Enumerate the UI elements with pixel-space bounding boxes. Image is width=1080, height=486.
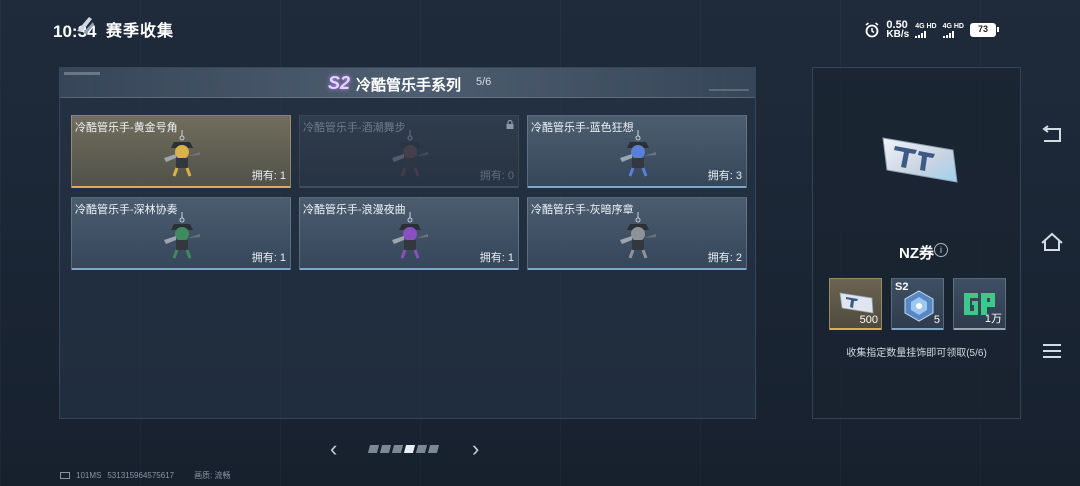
card-rarity-bar — [300, 268, 518, 270]
reward-rarity-bar — [830, 328, 881, 330]
alarm-icon — [865, 22, 879, 38]
card-rarity-bar — [528, 186, 746, 188]
signal-1: 4G HD — [915, 22, 937, 38]
crystal-crate-icon — [904, 290, 934, 322]
pagination-dots — [367, 445, 440, 453]
pendant-figure-icon — [164, 130, 200, 177]
series-title: 冷酷管乐手系列 — [356, 77, 462, 94]
card-owned-count: 拥有: 2 — [707, 252, 742, 264]
collection-panel: S2 冷酷管乐手系列 5/6 冷酷管乐手-黄金号角 拥有: 1 冷酷管乐手-酒潮舞步… — [59, 67, 756, 419]
page-title: 赛季收集 — [106, 23, 175, 40]
reward-item-nz-ticket[interactable]: 500 — [829, 278, 882, 330]
signal-2: 4G HD — [942, 22, 964, 38]
header-decoration — [64, 72, 100, 75]
season-badge: S2 — [328, 73, 351, 93]
series-header: S2 冷酷管乐手系列 5/6 — [60, 68, 755, 98]
reward-count: 1万 — [984, 313, 1002, 325]
prev-page-arrow-icon[interactable]: ‹ — [330, 438, 337, 460]
nz-ticket-icon — [882, 137, 958, 183]
card-rarity-bar — [72, 268, 290, 270]
card-owned-count: 拥有: 1 — [251, 252, 286, 264]
reward-rarity-bar — [954, 328, 1005, 330]
card-rarity-bar — [300, 186, 518, 188]
menu-icon[interactable] — [1040, 340, 1064, 362]
reward-panel: NZ券 i 500 S2 5 1万 收集指定数量挂饰即可领取(5/6) — [812, 67, 1021, 419]
nz-ticket-icon — [839, 292, 874, 314]
page-dot[interactable] — [403, 445, 416, 453]
page-dot[interactable] — [415, 445, 428, 453]
back-logo-icon[interactable] — [74, 14, 96, 36]
signal-2-label: 4G HD — [942, 23, 964, 30]
lock-icon — [506, 120, 514, 129]
net-speed-unit: KB/s — [886, 29, 910, 40]
card-owned-count: 拥有: 0 — [479, 170, 514, 182]
footer-quality: 画质: 流畅 — [194, 471, 231, 480]
signal-bars-icon — [942, 31, 964, 38]
page-dot[interactable] — [367, 445, 380, 453]
card-rarity-bar — [528, 268, 746, 270]
reward-rarity-bar — [892, 328, 943, 330]
collection-card[interactable]: 冷酷管乐手-酒潮舞步 拥有: 0 — [299, 115, 519, 188]
card-owned-count: 拥有: 3 — [707, 170, 742, 182]
reward-note: 收集指定数量挂饰即可领取(5/6) — [846, 348, 987, 359]
reward-item-gp[interactable]: 1万 — [953, 278, 1006, 330]
reward-item-s2-crate[interactable]: S2 5 — [891, 278, 944, 330]
collection-card[interactable]: 冷酷管乐手-黄金号角 拥有: 1 — [71, 115, 291, 188]
battery-icon: 73 — [970, 23, 999, 37]
pendant-figure-icon — [392, 130, 428, 177]
collection-card[interactable]: 冷酷管乐手-浪漫夜曲 拥有: 1 — [299, 197, 519, 270]
home-icon[interactable] — [1040, 231, 1064, 253]
collection-card[interactable]: 冷酷管乐手-深林协奏 拥有: 1 — [71, 197, 291, 270]
signal-1-label: 4G HD — [915, 23, 937, 30]
footer-info: 101MS 531315964575617 画质: 流畅 — [60, 470, 231, 481]
info-icon[interactable]: i — [934, 243, 948, 257]
reward-count: 500 — [859, 314, 878, 326]
reward-count: 5 — [933, 314, 940, 326]
page-dot[interactable] — [391, 445, 404, 453]
card-owned-count: 拥有: 1 — [479, 252, 514, 264]
status-indicators: 0.50 KB/s 4G HD 4G HD 73 — [864, 20, 999, 40]
pendant-figure-icon — [392, 212, 428, 259]
next-page-arrow-icon[interactable]: › — [472, 438, 479, 460]
collection-card[interactable]: 冷酷管乐手-灰暗序章 拥有: 2 — [527, 197, 747, 270]
page-dot[interactable] — [427, 445, 440, 453]
reward-title: NZ券 — [899, 245, 934, 262]
net-speed: 0.50 KB/s — [886, 20, 909, 40]
pendant-figure-icon — [620, 212, 656, 259]
footer-id: 531315964575617 — [107, 471, 175, 480]
signal-box-icon — [60, 472, 70, 479]
signal-bars-icon — [915, 31, 936, 38]
card-owned-count: 拥有: 1 — [251, 170, 286, 182]
footer-ms: 101MS — [76, 471, 102, 480]
collection-card[interactable]: 冷酷管乐手-蓝色狂想 拥有: 3 — [527, 115, 747, 188]
series-count: 5/6 — [476, 76, 492, 88]
back-icon[interactable] — [1040, 124, 1064, 146]
card-rarity-bar — [72, 186, 290, 188]
pendant-figure-icon — [164, 212, 200, 259]
header-decoration — [709, 89, 749, 91]
pendant-figure-icon — [620, 130, 656, 177]
page-dot[interactable] — [379, 445, 392, 453]
